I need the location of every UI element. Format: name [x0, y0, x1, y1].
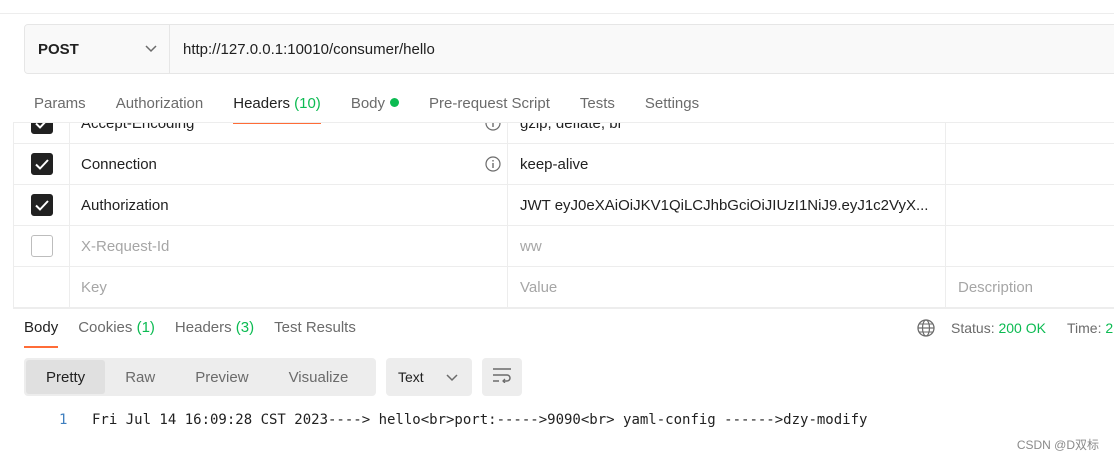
- table-row: X-Request-Id ww: [13, 226, 1114, 267]
- request-tabs: Params Authorization Headers (10) Body P…: [34, 90, 729, 124]
- table-row: Authorization JWT eyJ0eXAiOiJKV1QiLCJhbG…: [13, 185, 1114, 226]
- header-key-text: Authorization: [81, 196, 169, 214]
- header-value[interactable]: gzip, deflate, br: [508, 123, 946, 143]
- row-checkbox[interactable]: [13, 185, 70, 225]
- header-description[interactable]: [946, 123, 1114, 143]
- status-label: Status:: [951, 320, 995, 336]
- header-key-text: Connection: [81, 155, 157, 173]
- wrap-lines-icon: [492, 367, 512, 388]
- tab-tests[interactable]: Tests: [580, 90, 615, 124]
- tab-count: (3): [235, 319, 255, 336]
- tab-count: (1): [136, 319, 155, 336]
- header-key-text: Accept-Encoding: [81, 122, 195, 132]
- description-input[interactable]: Description: [946, 267, 1114, 307]
- method-label: POST: [38, 40, 79, 58]
- status-value: 200 OK: [998, 320, 1046, 336]
- header-description[interactable]: [946, 185, 1114, 225]
- chevron-down-icon: [145, 40, 157, 58]
- key-input[interactable]: Key: [70, 267, 508, 307]
- tab-label: Headers: [174, 319, 232, 336]
- view-pretty-button[interactable]: Pretty: [26, 360, 106, 394]
- tab-label: Body: [24, 319, 59, 336]
- row-checkbox[interactable]: [13, 144, 70, 184]
- tab-test-results[interactable]: Test Results: [274, 314, 356, 348]
- tab-params[interactable]: Params: [34, 90, 86, 124]
- tab-headers[interactable]: Headers (10): [233, 90, 321, 124]
- watermark: CSDN @D双标: [1016, 438, 1099, 452]
- table-row-new: Key Value Description: [13, 267, 1114, 308]
- wrap-lines-button[interactable]: [482, 358, 522, 396]
- header-key[interactable]: Authorization: [70, 185, 508, 225]
- row-checkbox[interactable]: [13, 226, 70, 266]
- headers-table: Accept-Encoding gzip, deflate, br Connec…: [13, 122, 1114, 308]
- chevron-down-icon: [446, 369, 458, 385]
- row-checkbox-empty: [13, 267, 70, 307]
- time-label: Time:: [1067, 320, 1102, 336]
- tab-label: Body: [350, 95, 386, 112]
- tab-label: Test Results: [274, 319, 356, 336]
- header-key[interactable]: Connection: [70, 144, 508, 184]
- globe-icon[interactable]: [916, 318, 936, 338]
- view-raw-button[interactable]: Raw: [105, 360, 175, 394]
- view-mode-group: Pretty Raw Preview Visualize: [24, 358, 376, 396]
- info-icon[interactable]: [485, 156, 501, 172]
- header-description[interactable]: [946, 226, 1114, 266]
- request-url-bar: POST http://127.0.0.1:10010/consumer/hel…: [24, 24, 1114, 74]
- key-placeholder: Key: [81, 278, 107, 296]
- header-key[interactable]: X-Request-Id: [70, 226, 508, 266]
- response-status[interactable]: Status: 200 OK: [951, 320, 1046, 336]
- view-preview-button[interactable]: Preview: [175, 360, 268, 394]
- response-tabs: Body Cookies (1) Headers (3) Test Result…: [24, 314, 376, 348]
- tab-label: Cookies: [78, 319, 133, 336]
- tab-response-body[interactable]: Body: [24, 314, 59, 348]
- row-checkbox[interactable]: [13, 123, 70, 143]
- tab-authorization[interactable]: Authorization: [116, 90, 204, 124]
- header-value[interactable]: keep-alive: [508, 144, 946, 184]
- checkbox-checked-icon: [30, 123, 53, 134]
- tab-response-headers[interactable]: Headers (3): [175, 314, 254, 348]
- checkbox-unchecked-icon: [30, 235, 53, 257]
- header-value-text: JWT eyJ0eXAiOiJKV1QiLCJhbGciOiJIUzI1NiJ9…: [520, 196, 929, 214]
- tab-label: Tests: [579, 95, 615, 112]
- line-number: 1: [59, 412, 68, 428]
- header-description[interactable]: [946, 144, 1114, 184]
- status-dot-icon: [390, 98, 400, 107]
- header-value[interactable]: ww: [508, 226, 946, 266]
- response-body-line: 1 Fri Jul 14 16:09:28 CST 2023----> hell…: [40, 412, 867, 432]
- header-key-text: X-Request-Id: [81, 237, 170, 255]
- format-select[interactable]: Text: [386, 358, 472, 396]
- tab-body[interactable]: Body: [350, 90, 400, 124]
- response-divider: [13, 308, 1114, 309]
- header-value[interactable]: JWT eyJ0eXAiOiJKV1QiLCJhbGciOiJIUzI1NiJ9…: [508, 185, 946, 225]
- tab-label: Headers: [233, 95, 290, 112]
- tab-pre-request-script[interactable]: Pre-request Script: [429, 90, 550, 124]
- response-time[interactable]: Time: 2: [1067, 320, 1113, 336]
- tab-label: Authorization: [115, 95, 204, 112]
- top-divider: [0, 13, 1114, 14]
- info-icon[interactable]: [485, 123, 501, 131]
- value-input[interactable]: Value: [508, 267, 946, 307]
- checkbox-checked-icon: [30, 153, 53, 175]
- tab-label: Params: [34, 95, 86, 112]
- tab-label: Settings: [644, 95, 700, 112]
- tab-count: (10): [294, 95, 321, 112]
- tab-label: Pre-request Script: [429, 95, 550, 112]
- checkbox-checked-icon: [30, 194, 53, 216]
- tab-settings[interactable]: Settings: [645, 90, 699, 124]
- url-input[interactable]: http://127.0.0.1:10010/consumer/hello: [170, 25, 1114, 73]
- table-row: Connection keep-alive: [13, 144, 1114, 185]
- view-visualize-button[interactable]: Visualize: [269, 360, 369, 394]
- tab-cookies[interactable]: Cookies (1): [78, 314, 155, 348]
- format-label: Text: [398, 369, 424, 385]
- header-key[interactable]: Accept-Encoding: [70, 122, 508, 143]
- time-value: 2: [1105, 320, 1114, 336]
- line-text: Fri Jul 14 16:09:28 CST 2023----> hello<…: [92, 412, 868, 428]
- method-select[interactable]: POST: [25, 25, 170, 73]
- table-row: Accept-Encoding gzip, deflate, br: [13, 122, 1114, 144]
